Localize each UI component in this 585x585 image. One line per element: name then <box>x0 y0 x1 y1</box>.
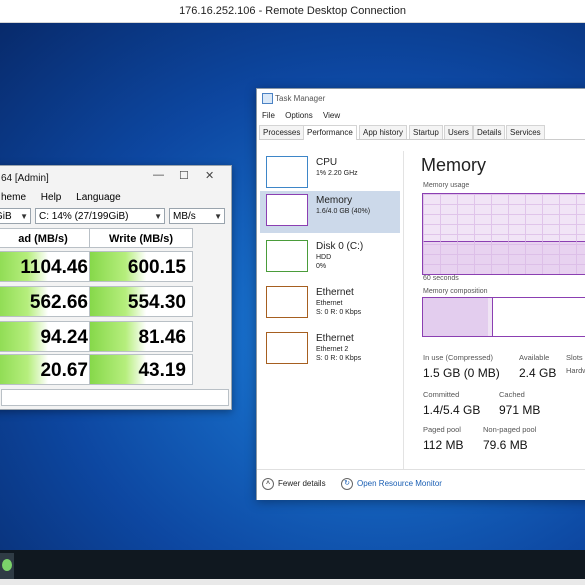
composition-in-use <box>423 298 489 336</box>
sidebar-item-cpu[interactable]: CPU 1% 2.20 GHz <box>260 153 400 195</box>
tab-services[interactable]: Services <box>506 125 545 139</box>
tab-users[interactable]: Users <box>444 125 473 139</box>
tab-processes[interactable]: Processes <box>259 125 305 139</box>
fewer-details-button[interactable]: ˄ Fewer details <box>262 478 326 490</box>
host-taskbar-strip <box>0 579 585 585</box>
memory-usage-graph <box>422 193 585 275</box>
open-resource-monitor-link[interactable]: ↻ Open Resource Monitor <box>341 478 442 490</box>
sidebar-item-label: Disk 0 (C:) <box>316 241 364 252</box>
ethernet-thumbnail <box>266 286 308 318</box>
write-value: 600.15 <box>89 251 193 282</box>
cpu-thumbnail <box>266 156 308 188</box>
minimize-icon[interactable]: — <box>153 169 164 181</box>
performance-sidebar: CPU 1% 2.20 GHz Memory 1.6/4.0 GB (40%) … <box>257 151 404 481</box>
read-value: 94.24 <box>0 321 95 352</box>
menu-file[interactable]: File <box>262 111 275 120</box>
taskbar-app-icon <box>2 559 12 571</box>
sidebar-item-detail: HDD <box>316 254 332 261</box>
write-value: 554.30 <box>89 286 193 317</box>
sidebar-item-label: Memory <box>316 195 353 206</box>
committed-label: Committed <box>423 390 460 399</box>
menu-help[interactable]: Help <box>41 192 62 203</box>
drive-select[interactable]: C: 14% (27/199GiB) ▼ <box>35 208 165 224</box>
unit-select[interactable]: MB/s ▼ <box>169 208 225 224</box>
read-header: ad (MB/s) <box>0 228 95 248</box>
menu-theme[interactable]: heme <box>1 192 26 203</box>
available-label: Available <box>519 353 550 362</box>
memory-composition-bar <box>422 297 585 337</box>
tm-tabbar: Processes Performance App history Startu… <box>259 125 585 140</box>
task-manager-window[interactable]: Task Manager File Options View Processes… <box>256 88 585 500</box>
tm-title: Task Manager <box>275 94 326 103</box>
tm-menubar: File Options View <box>262 111 348 120</box>
chevron-down-icon: ▼ <box>20 212 28 221</box>
seconds-label: 60 seconds <box>423 275 459 282</box>
sidebar-item-detail: Ethernet 2 <box>316 346 349 353</box>
read-value: 1104.46 <box>0 251 95 282</box>
chevron-down-icon: ▼ <box>214 212 222 221</box>
menu-language[interactable]: Language <box>76 192 121 203</box>
tab-details[interactable]: Details <box>473 125 506 139</box>
chevron-up-icon: ˄ <box>262 478 274 490</box>
memory-thumbnail <box>266 194 308 226</box>
cached-label: Cached <box>499 390 525 399</box>
nonpaged-pool-label: Non-paged pool <box>483 425 537 434</box>
nonpaged-pool-value: 79.6 MB <box>483 438 528 452</box>
available-value: 2.4 GB <box>519 366 557 380</box>
menu-options[interactable]: Options <box>285 111 313 120</box>
sidebar-item-label: Ethernet <box>316 333 354 344</box>
cached-value: 971 MB <box>499 403 541 417</box>
sidebar-item-disk[interactable]: Disk 0 (C:) HDD 0% <box>260 237 400 279</box>
sidebar-item-label: CPU <box>316 157 338 168</box>
disk-thumbnail <box>266 240 308 272</box>
in-use-value: 1.5 GB (0 MB) <box>423 366 500 380</box>
sidebar-item-ethernet[interactable]: Ethernet Ethernet S: 0 R: 0 Kbps <box>260 283 400 325</box>
sidebar-item-detail: 1% 2.20 GHz <box>316 170 358 177</box>
sidebar-item-label: Ethernet <box>316 287 354 298</box>
write-header: Write (MB/s) <box>89 228 193 248</box>
sidebar-item-detail: S: 0 R: 0 Kbps <box>316 309 362 316</box>
composition-label: Memory composition <box>423 288 488 295</box>
size-select[interactable]: GiB▼ <box>0 208 31 224</box>
tab-app-history[interactable]: App history <box>359 125 408 139</box>
write-value: 43.19 <box>89 354 193 385</box>
rdc-titlebar: 176.16.252.106 - Remote Desktop Connecti… <box>0 0 585 23</box>
sidebar-item-ethernet-2[interactable]: Ethernet Ethernet 2 S: 0 R: 0 Kbps <box>260 329 400 371</box>
tm-footer: ˄ Fewer details ↻ Open Resource Monitor <box>257 469 585 500</box>
cdm-menubar: heme Help Language <box>1 192 133 203</box>
write-value: 81.46 <box>89 321 193 352</box>
rdc-title: 176.16.252.106 - Remote Desktop Connecti… <box>179 5 406 17</box>
sidebar-item-detail: 1.6/4.0 GB (40%) <box>316 208 371 215</box>
crystaldiskmark-window[interactable]: 64 [Admin] — ☐ ✕ heme Help Language GiB▼… <box>0 165 232 410</box>
slots-value: Hardw <box>566 366 585 375</box>
read-value: 20.67 <box>0 354 95 385</box>
slots-label: Slots <box>566 353 583 362</box>
comment-field[interactable] <box>1 389 229 406</box>
close-icon[interactable]: ✕ <box>205 169 214 182</box>
sidebar-item-detail: S: 0 R: 0 Kbps <box>316 355 362 362</box>
page-title: Memory <box>421 155 487 175</box>
cdm-title: 64 [Admin] <box>1 173 49 184</box>
chevron-down-icon: ▼ <box>154 212 162 221</box>
composition-modified <box>487 298 493 336</box>
committed-value: 1.4/5.4 GB <box>423 403 481 417</box>
sidebar-item-detail: 0% <box>316 263 327 270</box>
sidebar-item-detail: Ethernet <box>316 300 343 307</box>
paged-pool-label: Paged pool <box>423 425 461 434</box>
memory-usage-label: Memory usage <box>423 182 470 189</box>
sidebar-item-memory[interactable]: Memory 1.6/4.0 GB (40%) <box>260 191 400 233</box>
ethernet-thumbnail <box>266 332 308 364</box>
tab-startup[interactable]: Startup <box>409 125 443 139</box>
task-manager-icon <box>262 93 273 104</box>
tab-performance[interactable]: Performance <box>303 125 357 140</box>
in-use-label: In use (Compressed) <box>423 353 494 362</box>
taskbar-app-button[interactable] <box>0 553 14 579</box>
paged-pool-value: 112 MB <box>423 438 464 452</box>
read-value: 562.66 <box>0 286 95 317</box>
menu-view[interactable]: View <box>323 111 340 120</box>
resource-monitor-icon: ↻ <box>341 478 353 490</box>
restore-icon[interactable]: ☐ <box>179 169 189 182</box>
